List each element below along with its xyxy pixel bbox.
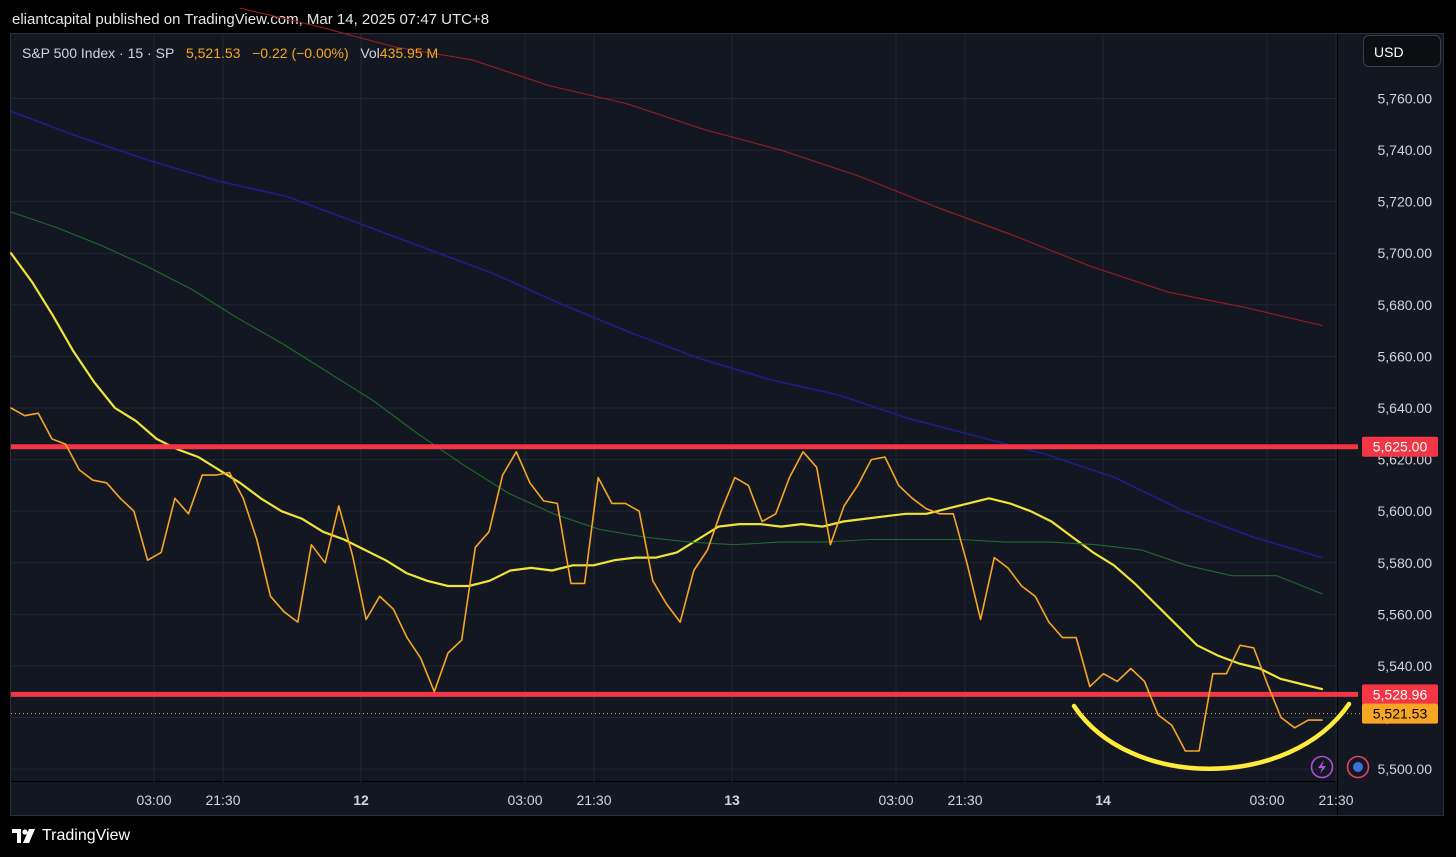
price-axis[interactable] xyxy=(1338,34,1443,815)
published-info: eliantcapital published on TradingView.c… xyxy=(12,11,490,28)
last-price: 5,521.53 xyxy=(185,45,241,61)
time-axis[interactable] xyxy=(11,782,1337,815)
volume-value: 435.95 M xyxy=(379,45,439,61)
chart-legend: S&P 500 Index · 15 · SP 5,521.53 −0.22 (… xyxy=(22,45,438,61)
plot-area[interactable] xyxy=(11,34,1337,781)
currency-button[interactable]: USD xyxy=(1363,35,1441,67)
symbol-label[interactable]: S&P 500 Index · 15 · SP xyxy=(22,45,174,61)
volume-label: Vol xyxy=(360,45,380,61)
tradingview-icon xyxy=(12,829,35,843)
publish-header: eliantcapital published on TradingView.c… xyxy=(0,0,1456,36)
brand-name: TradingView xyxy=(42,827,131,844)
footer: TradingView xyxy=(0,817,1456,857)
tradingview-logo[interactable]: TradingView xyxy=(12,827,130,845)
price-change: −0.22 (−0.00%) xyxy=(252,45,349,61)
